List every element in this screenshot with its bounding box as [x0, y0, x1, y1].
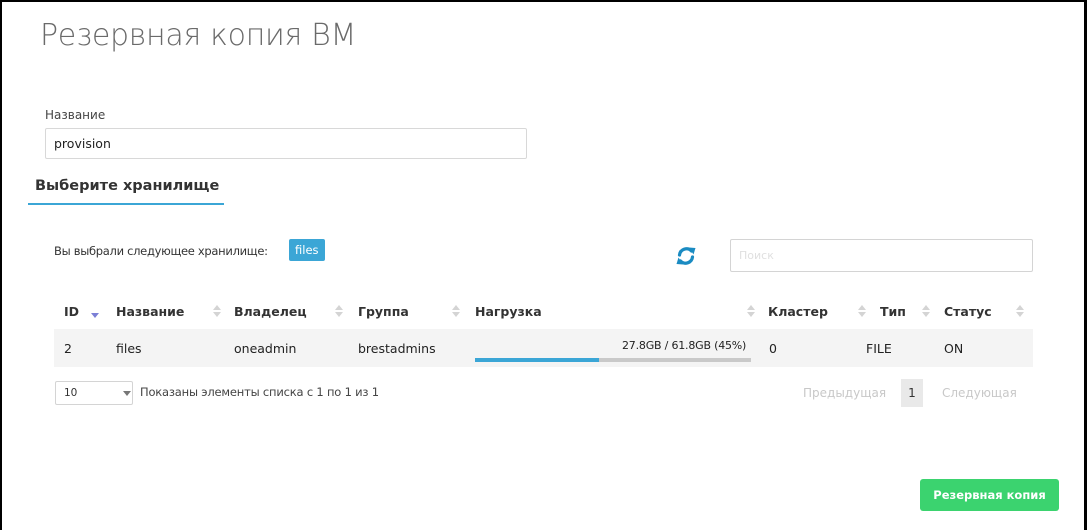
- sort-icon: [747, 305, 755, 318]
- name-input[interactable]: [45, 128, 527, 159]
- column-header-type[interactable]: Тип: [880, 304, 906, 319]
- chevron-down-icon: [123, 391, 131, 396]
- page-size-select[interactable]: 10: [55, 381, 133, 405]
- backup-button[interactable]: Резервная копия: [920, 479, 1059, 511]
- prev-page-button[interactable]: Предыдущая: [803, 386, 886, 400]
- sort-icon: [335, 305, 343, 318]
- selected-datastore-badge: files: [289, 239, 325, 261]
- load-progress-fill: [475, 358, 600, 362]
- sort-icon: [922, 305, 930, 318]
- load-progress-bar: [475, 358, 751, 362]
- search-input[interactable]: [730, 239, 1033, 272]
- sort-icon: [452, 305, 460, 318]
- column-header-status[interactable]: Статус: [944, 304, 992, 319]
- window-border-top: [0, 0, 1087, 2]
- cell-group: brestadmins: [358, 341, 436, 356]
- refresh-icon[interactable]: [675, 245, 697, 267]
- cell-owner: oneadmin: [234, 341, 297, 356]
- sort-desc-icon: [91, 305, 99, 318]
- cell-name: files: [116, 341, 142, 356]
- page-title: Резервная копия ВМ: [40, 18, 357, 53]
- column-header-load[interactable]: Нагрузка: [475, 304, 542, 319]
- column-header-id[interactable]: ID: [64, 304, 79, 319]
- cell-id: 2: [64, 341, 72, 356]
- window-border-left: [0, 0, 2, 530]
- section-title: Выберите хранилище: [35, 178, 220, 194]
- cell-load-text: 27.8GB / 61.8GB (45%): [622, 339, 747, 352]
- page-1-button[interactable]: 1: [901, 379, 923, 407]
- sort-icon: [858, 305, 866, 318]
- page-size-value: 10: [64, 387, 78, 399]
- column-header-cluster[interactable]: Кластер: [768, 304, 828, 319]
- column-header-name[interactable]: Название: [116, 304, 184, 319]
- cell-cluster: 0: [769, 341, 777, 356]
- pagination-info: Показаны элементы списка с 1 по 1 из 1: [140, 385, 379, 399]
- column-header-owner[interactable]: Владелец: [234, 304, 307, 319]
- selected-datastore-text: Вы выбрали следующее хранилище:: [54, 244, 268, 258]
- cell-type: FILE: [866, 341, 892, 356]
- sort-icon: [1016, 305, 1024, 318]
- sort-icon: [213, 305, 221, 318]
- cell-status: ON: [944, 341, 964, 356]
- name-label: Название: [45, 108, 106, 122]
- next-page-button[interactable]: Следующая: [942, 386, 1017, 400]
- section-tab-select-datastore: Выберите хранилище: [28, 178, 224, 205]
- column-header-group[interactable]: Группа: [358, 304, 409, 319]
